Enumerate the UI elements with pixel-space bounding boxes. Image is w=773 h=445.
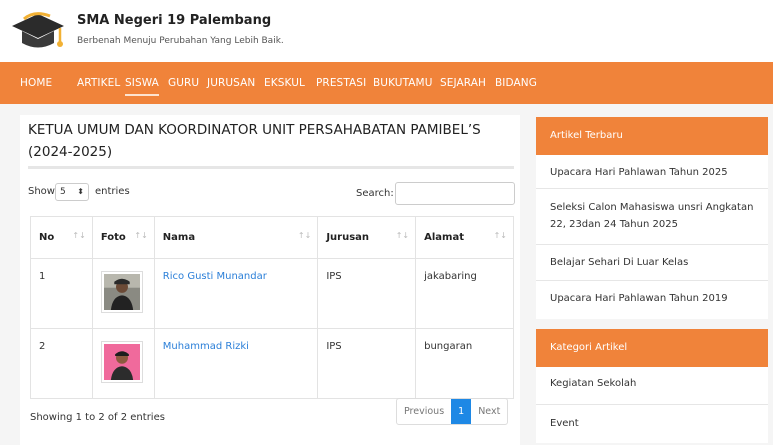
category-link[interactable]: Event xyxy=(536,405,768,443)
pagination: Previous 1 Next xyxy=(396,398,509,425)
nav-bukutamu[interactable]: BUKUTAMU xyxy=(373,77,433,89)
entries-select[interactable]: 5 ⬍ xyxy=(55,183,89,201)
article-title: Upacara Hari Pahlawan Tahun 2019 xyxy=(550,293,728,304)
nav-bidang[interactable]: BIDANG xyxy=(495,77,537,89)
sidebar-articles: Artikel Terbaru Upacara Hari Pahlawan Ta… xyxy=(536,117,768,319)
sort-icon: ↑↓ xyxy=(72,231,86,240)
nav-artikel[interactable]: ARTIKEL xyxy=(77,77,120,89)
col-nama-label: Nama xyxy=(162,232,196,243)
sort-icon: ↑↓ xyxy=(395,231,410,240)
nav-prestasi[interactable]: PRESTASI xyxy=(316,77,366,89)
student-name-link[interactable]: Muhammad Rizki xyxy=(163,341,249,352)
col-nama[interactable]: Nama ↑↓ xyxy=(153,216,319,259)
col-jurusan-label: Jurusan xyxy=(326,232,370,243)
article-link[interactable]: Belajar Sehari Di Luar Kelas xyxy=(536,245,768,281)
sort-icon: ↑↓ xyxy=(297,231,312,240)
nav-guru[interactable]: GURU xyxy=(168,77,199,89)
cell-foto xyxy=(91,328,155,399)
sort-icon: ↑↓ xyxy=(493,231,507,240)
pager-next[interactable]: Next xyxy=(471,399,507,424)
col-foto[interactable]: Foto ↑↓ xyxy=(91,216,155,259)
nav-home[interactable]: HOME xyxy=(20,77,52,89)
pager-page-1[interactable]: 1 xyxy=(451,399,472,424)
entries-label: entries xyxy=(95,186,130,197)
graduation-cap-icon[interactable] xyxy=(10,8,66,54)
cell-alamat: jakabaring xyxy=(415,258,514,329)
site-title[interactable]: SMA Negeri 19 Palembang xyxy=(77,13,271,28)
title-divider xyxy=(28,166,514,169)
select-arrow-icon: ⬍ xyxy=(77,187,84,196)
cell-no: 1 xyxy=(30,258,93,329)
search-label: Search: xyxy=(356,188,394,199)
col-foto-label: Foto xyxy=(100,232,126,243)
student-photo xyxy=(100,341,143,383)
article-title: Upacara Hari Pahlawan Tahun 2025 xyxy=(550,167,728,178)
search-input[interactable] xyxy=(395,182,515,205)
page-title: KETUA UMUM DAN KOORDINATOR UNIT PERSAHAB… xyxy=(28,122,481,160)
article-title: Seleksi Calon Mahasiswa unsri Angkatan 2… xyxy=(550,202,754,230)
sidebar-categories: Kategori Artikel Kegiatan Sekolah Event xyxy=(536,329,768,443)
pager-previous[interactable]: Previous xyxy=(397,399,451,424)
nav-sejarah[interactable]: SEJARAH xyxy=(440,77,486,89)
articles-heading: Artikel Terbaru xyxy=(536,117,768,155)
cell-foto xyxy=(91,258,155,329)
cell-alamat: bungaran xyxy=(415,328,514,399)
site-header: SMA Negeri 19 Palembang Berbenah Menuju … xyxy=(0,0,773,62)
article-link[interactable]: Seleksi Calon Mahasiswa unsri Angkatan 2… xyxy=(536,189,768,245)
cell-jurusan: IPS xyxy=(317,258,417,329)
student-photo xyxy=(100,271,143,313)
category-name: Kegiatan Sekolah xyxy=(550,378,637,389)
main-navbar: HOME ARTIKEL SISWA GURU JURUSAN EKSKUL P… xyxy=(0,62,773,104)
col-alamat[interactable]: Alamat ↑↓ xyxy=(415,216,514,259)
cell-nama: Rico Gusti Munandar xyxy=(153,258,319,329)
article-title: Belajar Sehari Di Luar Kelas xyxy=(550,257,689,268)
nav-siswa[interactable]: SISWA xyxy=(125,77,159,96)
category-name: Event xyxy=(550,418,579,429)
site-tagline: Berbenah Menuju Perubahan Yang Lebih Bai… xyxy=(77,36,284,46)
table-row: 2 Muhammad Rizki IPS bungaran xyxy=(30,328,514,399)
cell-no: 2 xyxy=(30,328,93,399)
nav-ekskul[interactable]: EKSKUL xyxy=(264,77,305,89)
table-header-row: No ↑↓ Foto ↑↓ Nama ↑↓ Jurusan ↑↓ Alamat ↑↓ xyxy=(30,216,514,259)
nav-jurusan[interactable]: JURUSAN xyxy=(207,77,255,89)
table-row: 1 Rico Gusti Munandar IPS jakabaring xyxy=(30,258,514,329)
entries-value: 5 xyxy=(60,187,66,197)
article-link[interactable]: Upacara Hari Pahlawan Tahun 2019 xyxy=(536,281,768,319)
siswa-table: No ↑↓ Foto ↑↓ Nama ↑↓ Jurusan ↑↓ Alamat ↑↓ 1 xyxy=(30,216,514,399)
cell-nama: Muhammad Rizki xyxy=(153,328,319,399)
category-link[interactable]: Kegiatan Sekolah xyxy=(536,367,768,405)
col-alamat-label: Alamat xyxy=(424,232,464,243)
col-no-label: No xyxy=(39,232,55,243)
categories-heading: Kategori Artikel xyxy=(536,329,768,367)
article-link[interactable]: Upacara Hari Pahlawan Tahun 2025 xyxy=(536,155,768,189)
col-no[interactable]: No ↑↓ xyxy=(30,216,93,259)
main-content: KETUA UMUM DAN KOORDINATOR UNIT PERSAHAB… xyxy=(20,115,520,445)
cell-jurusan: IPS xyxy=(317,328,417,399)
table-info: Showing 1 to 2 of 2 entries xyxy=(30,412,165,423)
sort-icon: ↑↓ xyxy=(134,231,148,240)
student-name-link[interactable]: Rico Gusti Munandar xyxy=(163,271,267,282)
show-label: Show xyxy=(28,186,55,197)
col-jurusan[interactable]: Jurusan ↑↓ xyxy=(317,216,417,259)
